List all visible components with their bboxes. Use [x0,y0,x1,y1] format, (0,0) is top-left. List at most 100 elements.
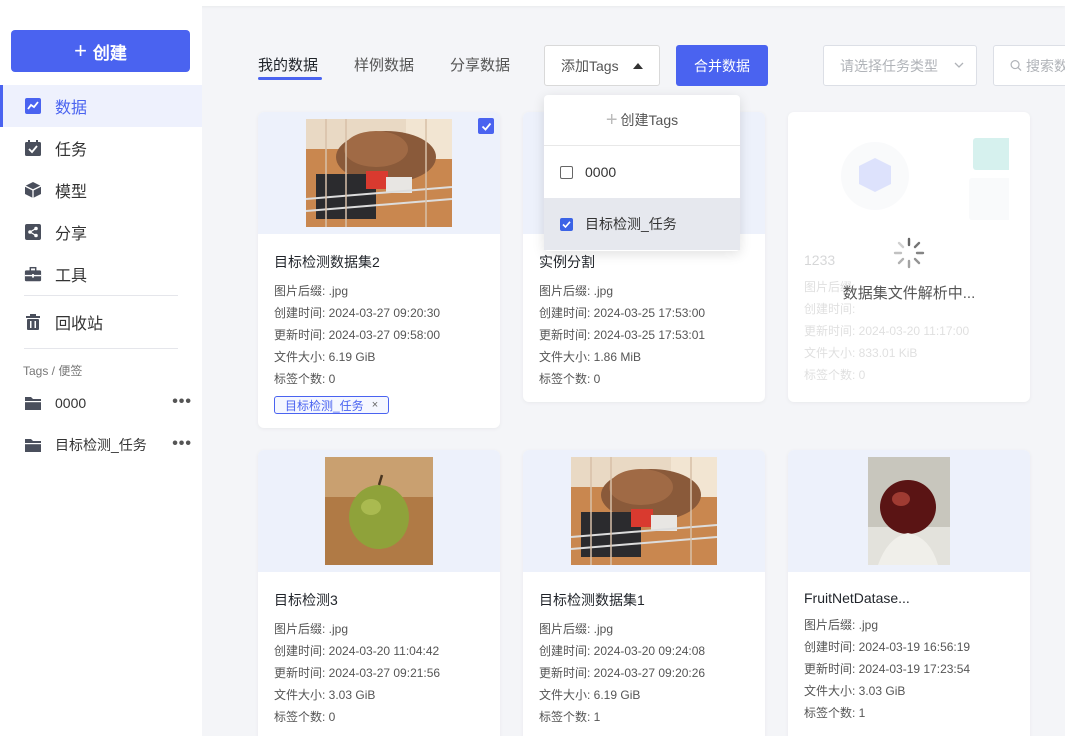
dataset-card[interactable]: 目标检测数据集2 图片后缀: .jpg 创建时间: 2024-03-27 09:… [258,112,500,428]
tab-shared-data[interactable]: 分享数据 [450,54,510,75]
dataset-name: 目标检测数据集2 [274,254,380,270]
sidebar-tag-0000[interactable]: 0000 ••• [0,386,202,420]
created-time: 创建时间: 2024-03-27 09:20:30 [274,306,441,320]
trash-icon [24,313,42,331]
dataset-card-loading[interactable]: 1233 图片后缀: 创建时间: 更新时间: 2024-03-20 11:17:… [788,112,1030,402]
sidebar-item-label: 数据 [55,100,88,117]
create-button-label: 创建 [92,43,127,63]
created-time: 创建时间: 2024-03-20 11:04:42 [274,644,440,658]
updated-time: 更新时间: 2024-03-19 17:23:54 [804,662,971,676]
label-count: 标签个数: 1 [804,706,866,720]
toolbox-icon [24,265,42,283]
sidebar-item-data[interactable]: 数据 [0,85,202,127]
updated-time: 更新时间: 2024-03-27 09:58:00 [274,328,441,342]
dataset-thumbnail-green-apple [325,457,433,565]
dataset-name: 目标检测数据集1 [539,592,645,608]
calendar-check-icon [24,139,42,157]
tag-chip-label: 目标检测_任务 [285,398,364,413]
sidebar-item-label: 分享 [55,226,88,243]
task-type-placeholder: 请选择任务类型 [840,57,938,74]
dataset-name: 目标检测3 [274,592,338,608]
add-tags-label: 添加Tags [561,57,619,74]
tag-label: 目标检测_任务 [55,437,147,453]
dataset-thumbnail-dog-basket [306,119,452,227]
share-icon [24,223,42,241]
tags-section-title: Tags / 便签 [23,364,83,378]
file-size: 文件大小: 3.03 GiB [804,684,906,698]
dataset-thumbnail-dog-basket [571,457,717,565]
add-tags-button[interactable]: 添加Tags [544,45,660,86]
file-size: 文件大小: 6.19 GiB [274,350,376,364]
loading-overlay: 数据集文件解析中... [788,112,1030,402]
sidebar-tag-detection-task[interactable]: 目标检测_任务 ••• [0,428,202,462]
folder-icon [24,437,42,453]
search-placeholder: 搜索数据 [1026,57,1065,74]
tab-my-data[interactable]: 我的数据 [258,54,318,75]
dataset-thumbnail-red-apple [868,457,950,565]
updated-time: 更新时间: 2024-03-25 17:53:01 [539,328,706,342]
image-suffix: 图片后缀: .jpg [539,284,614,298]
dataset-card[interactable]: FruitNetDatase... 图片后缀: .jpg 创建时间: 2024-… [788,450,1030,736]
file-size: 文件大小: 1.86 MiB [539,350,642,364]
dataset-name: 实例分割 [539,254,595,270]
dropdown-option-0000[interactable]: 0000 [544,146,740,198]
label-count: 标签个数: 0 [539,372,601,386]
task-type-select[interactable]: 请选择任务类型 [823,45,977,86]
label-count: 标签个数: 1 [539,710,601,724]
checkbox-checked[interactable] [560,217,573,231]
spinner-icon [893,237,925,269]
create-tags-label: 创建Tags [620,112,679,128]
sidebar: + 创建 数据 任务 模型 分享 工具 回收站 Tags / 便签 0000 •… [0,6,202,736]
check-icon [562,220,571,228]
dropdown-option-detection-task[interactable]: 目标检测_任务 [544,198,740,250]
image-suffix: 图片后缀: .jpg [804,618,879,632]
caret-up-icon [633,63,643,69]
search-input[interactable]: 搜索数据 [993,45,1065,86]
sidebar-item-tasks[interactable]: 任务 [0,127,202,169]
label-count: 标签个数: 0 [274,372,336,386]
tag-label: 0000 [55,395,87,411]
created-time: 创建时间: 2024-03-20 09:24:08 [539,644,706,658]
image-suffix: 图片后缀: .jpg [274,622,349,636]
sidebar-item-tools[interactable]: 工具 [0,253,202,295]
sidebar-item-models[interactable]: 模型 [0,169,202,211]
dataset-name: FruitNetDatase... [804,590,910,606]
sidebar-divider [24,295,178,296]
dataset-card[interactable]: 目标检测3 图片后缀: .jpg 创建时间: 2024-03-20 11:04:… [258,450,500,736]
sidebar-item-share[interactable]: 分享 [0,211,202,253]
card-thumbnail-area [788,450,1030,572]
sidebar-item-label: 工具 [55,268,88,285]
created-time: 创建时间: 2024-03-25 17:53:00 [539,306,706,320]
folder-icon [24,395,42,411]
more-icon[interactable]: ••• [172,435,192,453]
cube-icon [24,181,42,199]
dataset-card[interactable]: 目标检测数据集1 图片后缀: .jpg 创建时间: 2024-03-20 09:… [523,450,765,736]
sidebar-divider [24,348,178,349]
label-count: 标签个数: 0 [274,710,336,724]
card-thumbnail-area [258,112,500,234]
updated-time: 更新时间: 2024-03-27 09:21:56 [274,666,441,680]
close-icon[interactable]: × [372,399,378,411]
file-size: 文件大小: 6.19 GiB [539,688,641,702]
merge-data-button[interactable]: 合并数据 [676,45,768,86]
option-label: 0000 [585,164,617,180]
option-label: 目标检测_任务 [585,216,677,232]
chart-icon [24,97,42,115]
card-select-checkbox[interactable] [478,118,494,134]
card-thumbnail-area [523,450,765,572]
loading-text: 数据集文件解析中... [842,285,976,302]
tab-active-indicator [258,77,322,80]
file-size: 文件大小: 3.03 GiB [274,688,376,702]
create-tags-option[interactable]: + 创建Tags [544,95,740,146]
tag-chip: 目标检测_任务 × [274,396,390,414]
tab-sample-data[interactable]: 样例数据 [354,54,414,75]
created-time: 创建时间: 2024-03-19 16:56:19 [804,640,971,654]
image-suffix: 图片后缀: .jpg [539,622,614,636]
more-icon[interactable]: ••• [172,393,192,411]
sidebar-item-label: 任务 [55,142,88,159]
card-thumbnail-area [258,450,500,572]
create-button[interactable]: + 创建 [11,30,190,72]
checkbox[interactable] [560,165,573,179]
sidebar-item-trash[interactable]: 回收站 [0,301,202,343]
search-icon [1010,60,1022,72]
